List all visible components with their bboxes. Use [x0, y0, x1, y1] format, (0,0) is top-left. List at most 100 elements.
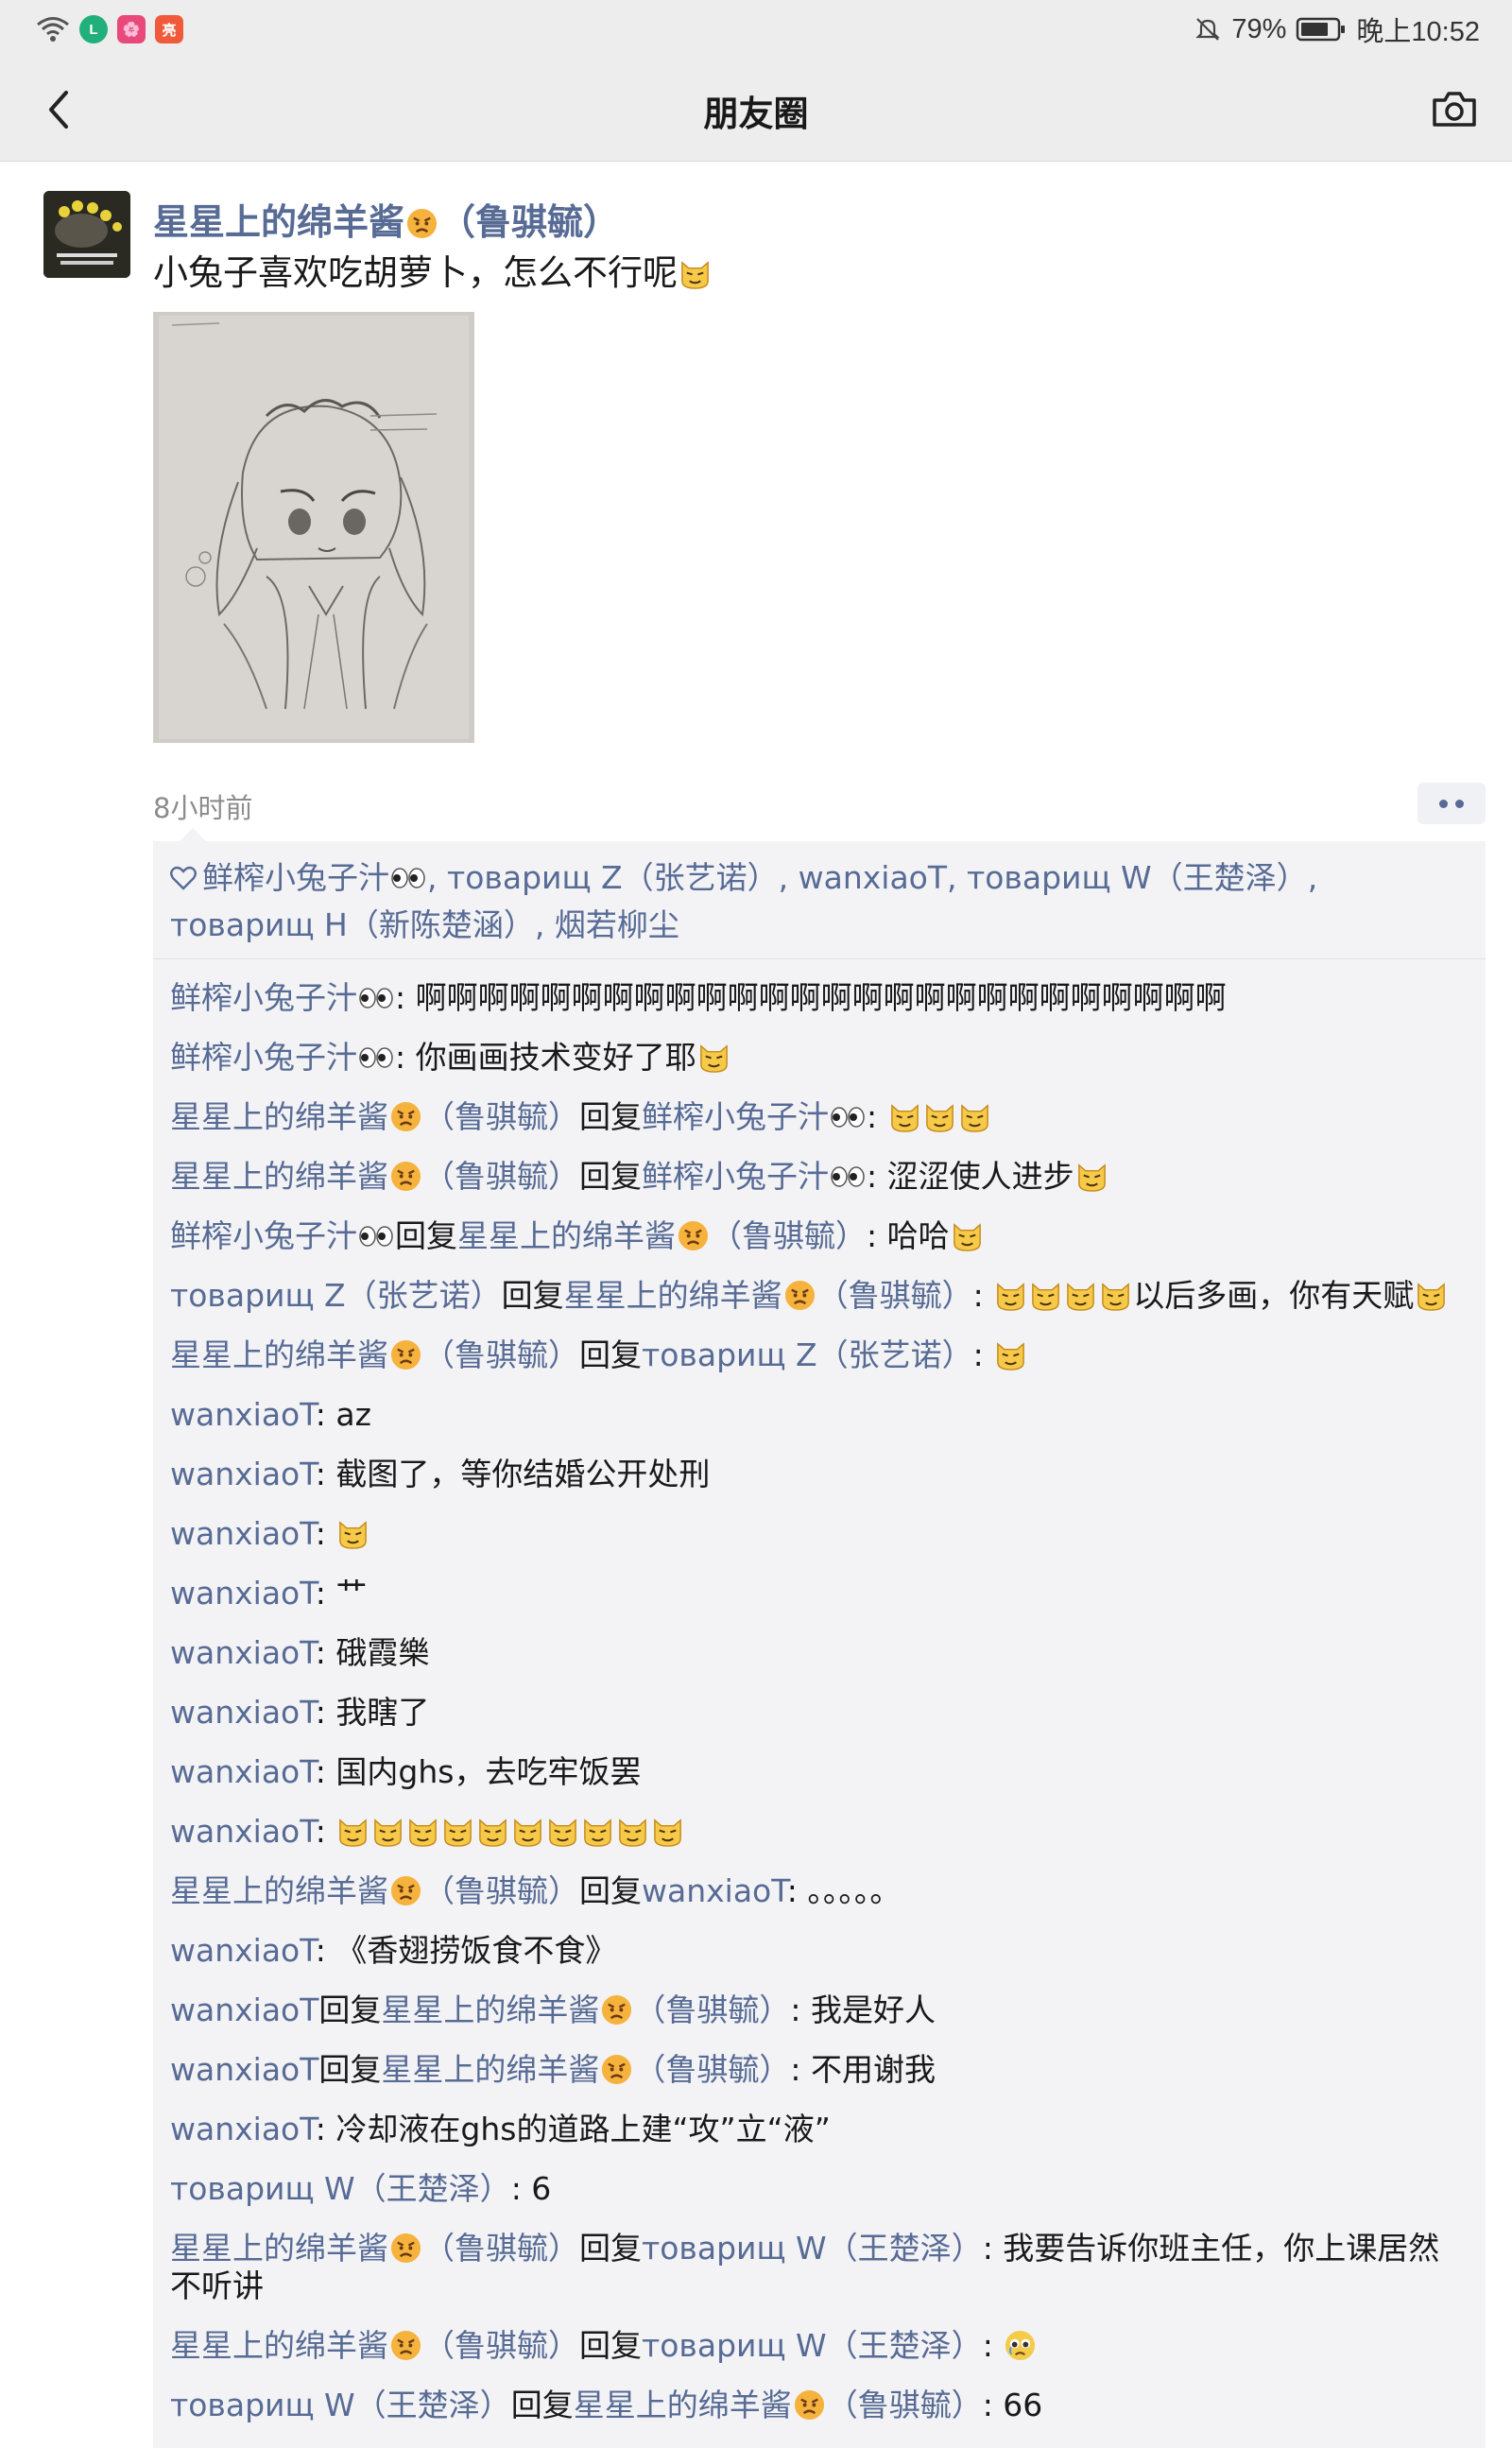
heart-icon: [170, 866, 197, 890]
post-time: 8小时前: [153, 792, 253, 824]
page-title: 朋友圈: [703, 94, 809, 134]
user-name-link[interactable]: wanxiaoT: [170, 1813, 316, 1850]
user-name-link[interactable]: 星星上的绵羊酱: [170, 2327, 388, 2364]
comment-item[interactable]: wanxiaoT回复星星上的绵羊酱 （鲁骐毓）: 不用谢我: [170, 2041, 1469, 2100]
comment-item[interactable]: 星星上的绵羊酱 （鲁骐毓）回复鲜榨小兔子汁:: [170, 1088, 1469, 1147]
like-user-name[interactable]: 鲜榨小兔子汁: [202, 859, 389, 896]
comment-item[interactable]: wanxiaoT回复星星上的绵羊酱 （鲁骐毓）: 我是好人: [170, 1981, 1469, 2041]
comment-item[interactable]: 鲜榨小兔子汁: 你画画技术变好了耶: [170, 1028, 1469, 1088]
comment-item[interactable]: wanxiaoT: 国内ghs，去吃牢饭罢: [170, 1743, 1469, 1802]
cat-emoji-icon: [681, 261, 709, 289]
user-name-link[interactable]: 星星上的绵羊酱: [574, 2387, 792, 2423]
reply-word: 回复: [318, 2051, 382, 2088]
comment-colon: :: [395, 1039, 416, 1076]
user-name-link[interactable]: wanxiaoT: [170, 2051, 318, 2088]
user-name-link[interactable]: wanxiaoT: [170, 2111, 316, 2147]
like-user-name[interactable]: , товарищ W（王楚泽）: [947, 859, 1308, 896]
user-name-link[interactable]: 星星上的绵羊酱: [170, 1336, 388, 1373]
user-name-link[interactable]: 星星上的绵羊酱: [170, 1158, 388, 1195]
like-user-name[interactable]: , 烟若柳尘: [535, 906, 679, 943]
cat-emoji-icon: [1067, 1283, 1095, 1311]
user-name-link[interactable]: （鲁骐毓）: [634, 2051, 790, 2088]
user-name-link[interactable]: （鲁骐毓）: [711, 1217, 867, 1254]
cat-emoji-icon: [514, 1819, 542, 1847]
reply-word: 回复: [501, 1277, 564, 1314]
comment-item[interactable]: wanxiaoT: 艹: [170, 1564, 1469, 1624]
comment-item[interactable]: wanxiaoT: az: [170, 1386, 1469, 1445]
comment-item[interactable]: товарищ W（王楚泽）回复星星上的绵羊酱 （鲁骐毓）: 66: [170, 2376, 1469, 2436]
user-name-link[interactable]: 星星上的绵羊酱: [381, 2051, 599, 2088]
comment-item[interactable]: wanxiaoT:: [170, 1802, 1469, 1862]
comment-item[interactable]: 鲜榨小兔子汁 回复星星上的绵羊酱 （鲁骐毓）: 哈哈: [170, 1207, 1469, 1267]
comment-colon: :: [315, 1694, 336, 1731]
reply-word: 回复: [395, 1217, 457, 1254]
user-name-link[interactable]: （鲁骐毓）: [817, 1277, 973, 1314]
like-user-name[interactable]: , wanxiaoT: [779, 859, 947, 896]
comment-colon: :: [790, 2051, 812, 2088]
angry-face-emoji-icon: [390, 1161, 421, 1192]
comment-colon: :: [510, 2170, 532, 2207]
user-name-link[interactable]: （鲁骐毓）: [423, 2230, 579, 2267]
user-name-link[interactable]: 鲜榨小兔子汁: [170, 1217, 357, 1254]
user-name-link[interactable]: товарищ W（王楚泽）: [170, 2170, 511, 2207]
user-name-link[interactable]: 鲜榨小兔子汁: [642, 1158, 829, 1195]
user-name-link[interactable]: wanxiaoT: [170, 1575, 316, 1612]
comment-item[interactable]: 星星上的绵羊酱 （鲁骐毓）回复товарищ W（王楚泽）:: [170, 2317, 1469, 2376]
post-author[interactable]: 星星上的绵羊酱 （鲁骐毓）: [153, 193, 619, 245]
user-name-link[interactable]: wanxiaoT: [170, 1932, 316, 1969]
user-name-link[interactable]: 星星上的绵羊酱: [457, 1217, 676, 1254]
user-name-link[interactable]: 鲜榨小兔子汁: [170, 979, 357, 1016]
user-name-link[interactable]: wanxiaoT: [170, 1753, 316, 1790]
user-name-link[interactable]: товарищ W（王楚泽）: [170, 2387, 511, 2423]
user-name-link[interactable]: wanxiaoT: [642, 1872, 787, 1909]
user-name-link[interactable]: товарищ Z（张艺诺）: [170, 1277, 502, 1314]
avatar[interactable]: [43, 191, 130, 278]
user-name-link[interactable]: 星星上的绵羊酱: [564, 1277, 782, 1314]
comment-item[interactable]: wanxiaoT: 我瞎了: [170, 1683, 1469, 1743]
reply-word: 回复: [318, 1991, 382, 2028]
comment-item[interactable]: 星星上的绵羊酱 （鲁骐毓）回复товарищ W（王楚泽）: 我要告诉你班主任，你…: [170, 2219, 1469, 2317]
user-name-link[interactable]: 鲜榨小兔子汁: [170, 1039, 357, 1076]
reply-word: 回复: [579, 1158, 642, 1195]
user-name-link[interactable]: wanxiaoT: [170, 1634, 316, 1671]
comment-item[interactable]: 鲜榨小兔子汁: 啊啊啊啊啊啊啊啊啊啊啊啊啊啊啊啊啊啊啊啊啊啊啊啊啊啊: [170, 969, 1469, 1028]
user-name-link[interactable]: （鲁骐毓）: [423, 1098, 579, 1135]
comment-item[interactable]: wanxiaoT:: [170, 1505, 1469, 1564]
user-name-link[interactable]: （鲁骐毓）: [634, 1991, 790, 2028]
user-name-link[interactable]: wanxiaoT: [170, 1991, 318, 2028]
like-user-name[interactable]: , товарищ Z（张艺诺）: [427, 859, 779, 896]
user-name-link[interactable]: товарищ W（王楚泽）: [642, 2230, 983, 2267]
user-name-link[interactable]: 星星上的绵羊酱: [170, 1098, 388, 1135]
user-name-link[interactable]: wanxiaoT: [170, 1515, 316, 1552]
user-name-link[interactable]: 星星上的绵羊酱: [170, 2230, 388, 2267]
eyes-emoji-icon: [831, 1166, 865, 1187]
avatar-image: [43, 191, 130, 278]
comment-item[interactable]: wanxiaoT: 截图了，等你结婚公开处刑: [170, 1445, 1469, 1505]
camera-button[interactable]: [1429, 85, 1480, 134]
comment-colon: :: [867, 1158, 887, 1195]
user-name-link[interactable]: 星星上的绵羊酱: [381, 1991, 599, 2028]
comment-item[interactable]: 星星上的绵羊酱 （鲁骐毓）回复wanxiaoT: 。。。。。: [170, 1862, 1469, 1922]
comment-item[interactable]: 星星上的绵羊酱 （鲁骐毓）回复товарищ Z（张艺诺）:: [170, 1326, 1469, 1386]
post-image[interactable]: [153, 312, 474, 743]
comment-item[interactable]: товарищ W（王楚泽）: 6: [170, 2160, 1469, 2219]
user-name-link[interactable]: wanxiaoT: [170, 1456, 316, 1492]
user-name-link[interactable]: wanxiaoT: [170, 1694, 316, 1731]
user-name-link[interactable]: （鲁骐毓）: [423, 1336, 579, 1373]
comment-item[interactable]: wanxiaoT: 冷却液在ghs的道路上建“攻”立“液”: [170, 2100, 1469, 2160]
user-name-link[interactable]: 星星上的绵羊酱: [170, 1872, 388, 1909]
more-actions-button[interactable]: [1418, 783, 1486, 824]
user-name-link[interactable]: （鲁骐毓）: [827, 2387, 983, 2423]
user-name-link[interactable]: （鲁骐毓）: [423, 1872, 579, 1909]
app-badge-3: 亮: [155, 15, 183, 43]
user-name-link[interactable]: wanxiaoT: [170, 1396, 316, 1433]
user-name-link[interactable]: товарищ W（王楚泽）: [642, 2327, 983, 2364]
comment-item[interactable]: wanxiaoT: 《香翅捞饭食不食》: [170, 1922, 1469, 1981]
user-name-link[interactable]: （鲁骐毓）: [423, 1158, 579, 1195]
user-name-link[interactable]: товарищ Z（张艺诺）: [642, 1336, 973, 1373]
comment-item[interactable]: 星星上的绵羊酱 （鲁骐毓）回复鲜榨小兔子汁: 涩涩使人进步: [170, 1147, 1469, 1207]
user-name-link[interactable]: （鲁骐毓）: [423, 2327, 579, 2364]
comment-item[interactable]: wanxiaoT: 硪霞樂: [170, 1624, 1469, 1683]
comment-item[interactable]: товарищ Z（张艺诺）回复星星上的绵羊酱 （鲁骐毓）: 以后多画，你有天赋: [170, 1267, 1469, 1326]
user-name-link[interactable]: 鲜榨小兔子汁: [642, 1098, 829, 1135]
